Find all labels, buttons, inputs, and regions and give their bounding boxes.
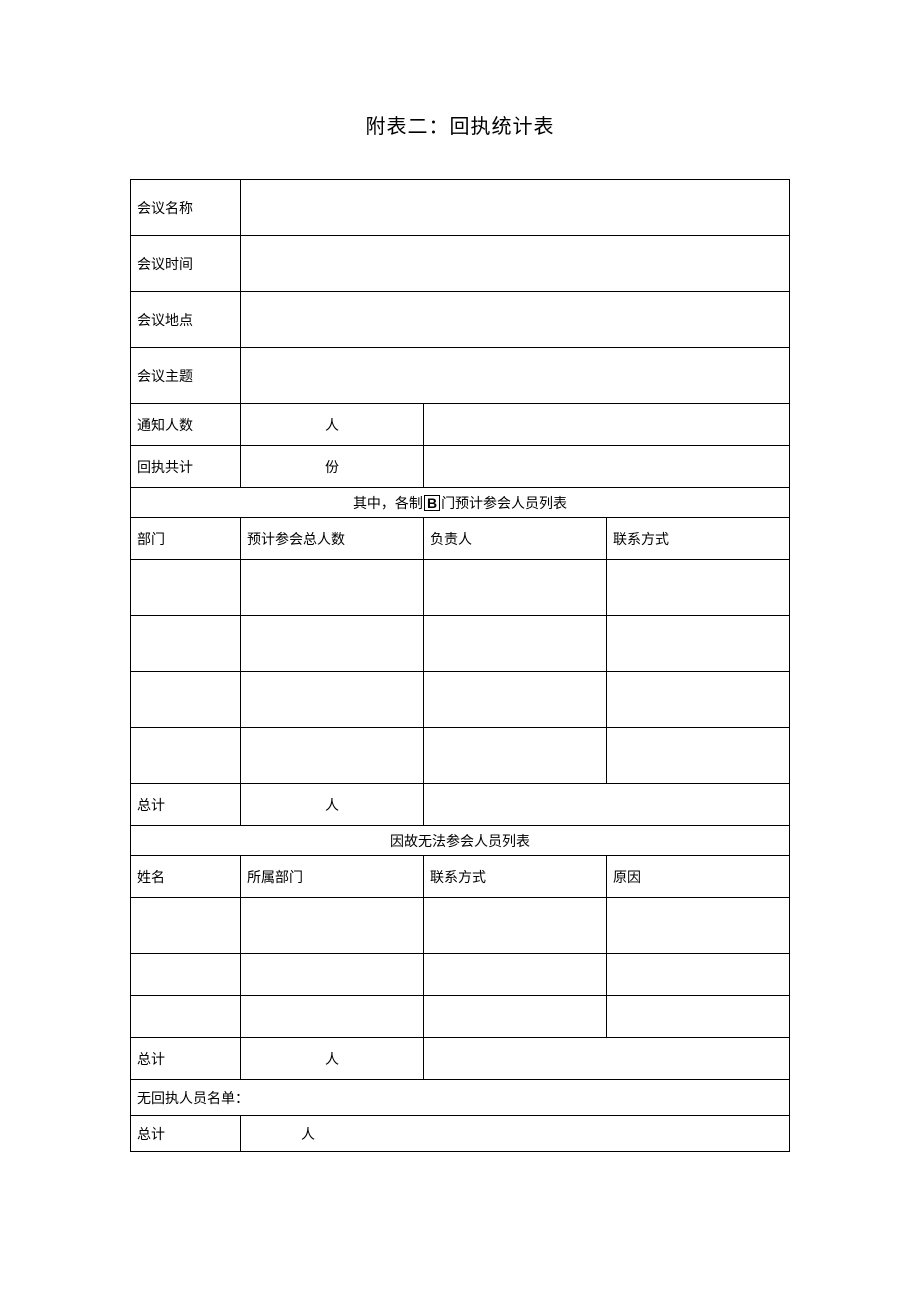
section1-total-value[interactable]: 人 <box>241 784 424 826</box>
section3-total-label: 总计 <box>131 1116 241 1152</box>
s1-contact[interactable] <box>607 560 790 616</box>
label-receipt-total: 回执共计 <box>131 446 241 488</box>
section2-total-row: 总计 人 <box>131 1038 790 1080</box>
label-meeting-place: 会议地点 <box>131 292 241 348</box>
table-row <box>131 672 790 728</box>
section1-header-prefix: 其中，各制 <box>353 493 423 513</box>
section3-total-row: 总计 人 <box>131 1116 790 1152</box>
section1-header-boxed: B <box>424 495 440 511</box>
s2-dept[interactable] <box>241 898 424 954</box>
s1-leader[interactable] <box>424 560 607 616</box>
no-receipt-cell[interactable]: 无回执人员名单： <box>131 1080 790 1116</box>
section1-columns: 部门 预计参会总人数 负责人 联系方式 <box>131 518 790 560</box>
col-reason: 原因 <box>607 856 790 898</box>
section1-total-row: 总计 人 <box>131 784 790 826</box>
label-meeting-time: 会议时间 <box>131 236 241 292</box>
section3-total-value[interactable]: 人 <box>241 1116 790 1152</box>
col-dept: 部门 <box>131 518 241 560</box>
s2-contact[interactable] <box>424 954 607 996</box>
row-notified-count: 通知人数 人 <box>131 404 790 446</box>
page-title: 附表二：回执统计表 <box>130 110 790 139</box>
section2-total-label: 总计 <box>131 1038 241 1080</box>
section2-header-row: 因故无法参会人员列表 <box>131 826 790 856</box>
col-leader: 负责人 <box>424 518 607 560</box>
value-meeting-name[interactable] <box>241 180 790 236</box>
section1-header-row: 其中，各制 B 门预计参会人员列表 <box>131 488 790 518</box>
table-row <box>131 954 790 996</box>
table-row <box>131 898 790 954</box>
section3-no-receipt-row: 无回执人员名单： <box>131 1080 790 1116</box>
table-row <box>131 616 790 672</box>
s2-reason[interactable] <box>607 954 790 996</box>
s2-dept[interactable] <box>241 954 424 996</box>
table-row <box>131 996 790 1038</box>
no-receipt-label: 无回执人员名单： <box>137 1092 249 1107</box>
unit-person: 人 <box>325 799 339 814</box>
col-dept2: 所属部门 <box>241 856 424 898</box>
s1-contact[interactable] <box>607 728 790 784</box>
s1-expected[interactable] <box>241 728 424 784</box>
s1-leader[interactable] <box>424 672 607 728</box>
s1-dept[interactable] <box>131 672 241 728</box>
section1-header-suffix: 门预计参会人员列表 <box>441 493 567 513</box>
col-contact2: 联系方式 <box>424 856 607 898</box>
s1-leader[interactable] <box>424 616 607 672</box>
unit-person: 人 <box>325 1053 339 1068</box>
section1-header: 其中，各制 B 门预计参会人员列表 <box>131 488 790 518</box>
value-meeting-place[interactable] <box>241 292 790 348</box>
section1-total-extra <box>424 784 790 826</box>
label-meeting-topic: 会议主题 <box>131 348 241 404</box>
receipt-table: 会议名称 会议时间 会议地点 会议主题 通知人数 人 <box>130 179 790 1152</box>
s2-name[interactable] <box>131 898 241 954</box>
section2-header: 因故无法参会人员列表 <box>131 826 790 856</box>
value-meeting-time[interactable] <box>241 236 790 292</box>
s1-contact[interactable] <box>607 616 790 672</box>
value-notified-count[interactable]: 人 <box>241 404 424 446</box>
unit-person: 人 <box>301 1128 315 1143</box>
notified-count-extra <box>424 404 790 446</box>
s1-expected[interactable] <box>241 560 424 616</box>
row-meeting-name: 会议名称 <box>131 180 790 236</box>
s1-contact[interactable] <box>607 672 790 728</box>
s2-name[interactable] <box>131 996 241 1038</box>
value-receipt-total[interactable]: 份 <box>241 446 424 488</box>
s2-name[interactable] <box>131 954 241 996</box>
s2-dept[interactable] <box>241 996 424 1038</box>
col-name: 姓名 <box>131 856 241 898</box>
s1-dept[interactable] <box>131 560 241 616</box>
col-expected: 预计参会总人数 <box>241 518 424 560</box>
table-row <box>131 728 790 784</box>
s2-contact[interactable] <box>424 898 607 954</box>
row-meeting-time: 会议时间 <box>131 236 790 292</box>
receipt-total-extra <box>424 446 790 488</box>
unit-copies: 份 <box>325 461 339 476</box>
s2-reason[interactable] <box>607 996 790 1038</box>
s1-leader[interactable] <box>424 728 607 784</box>
s2-reason[interactable] <box>607 898 790 954</box>
section2-total-value[interactable]: 人 <box>241 1038 424 1080</box>
s1-expected[interactable] <box>241 616 424 672</box>
section2-total-extra <box>424 1038 790 1080</box>
s1-expected[interactable] <box>241 672 424 728</box>
s1-dept[interactable] <box>131 616 241 672</box>
label-meeting-name: 会议名称 <box>131 180 241 236</box>
unit-person: 人 <box>325 419 339 434</box>
row-receipt-total: 回执共计 份 <box>131 446 790 488</box>
section1-total-label: 总计 <box>131 784 241 826</box>
section2-columns: 姓名 所属部门 联系方式 原因 <box>131 856 790 898</box>
col-contact: 联系方式 <box>607 518 790 560</box>
table-row <box>131 560 790 616</box>
s1-dept[interactable] <box>131 728 241 784</box>
row-meeting-place: 会议地点 <box>131 292 790 348</box>
row-meeting-topic: 会议主题 <box>131 348 790 404</box>
s2-contact[interactable] <box>424 996 607 1038</box>
value-meeting-topic[interactable] <box>241 348 790 404</box>
label-notified-count: 通知人数 <box>131 404 241 446</box>
